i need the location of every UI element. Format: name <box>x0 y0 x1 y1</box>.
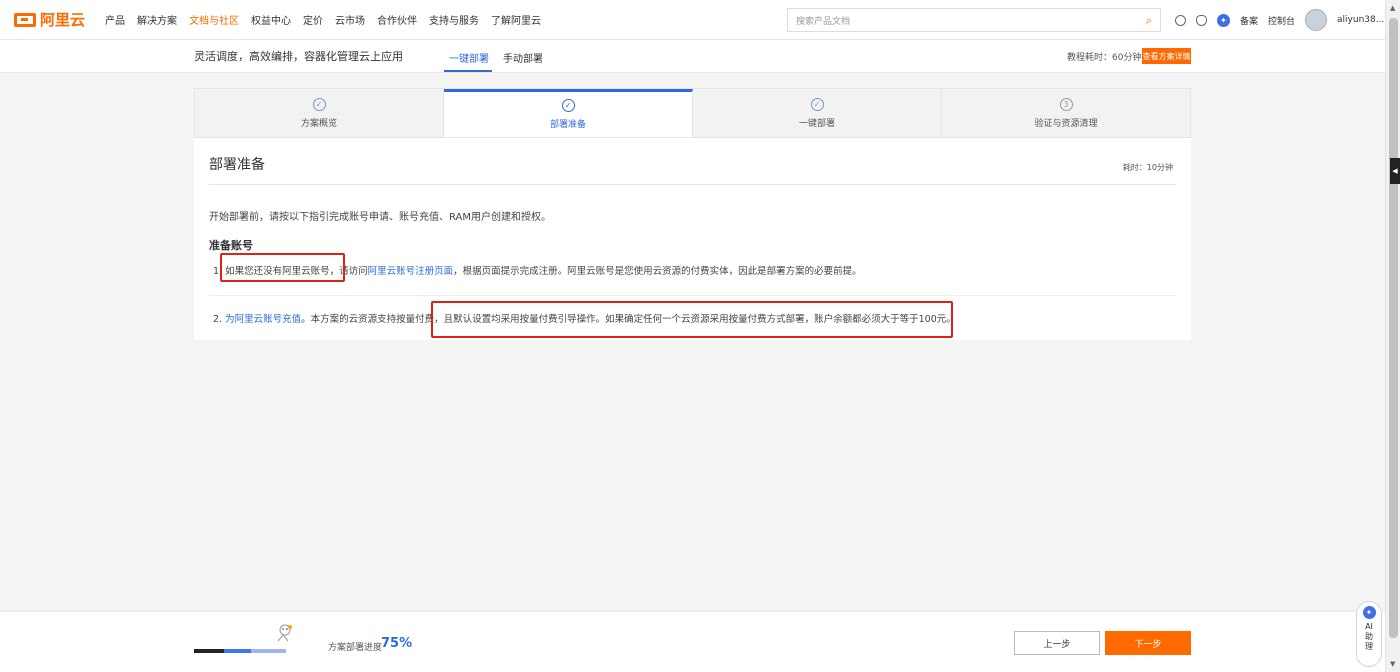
side-panel-toggle-icon[interactable]: ◀ <box>1390 158 1400 184</box>
step-time: 耗时：10分钟 <box>1122 163 1173 172</box>
view-detail-button[interactable]: 查看方案详情 <box>1142 48 1191 64</box>
logo-mark-icon <box>14 12 36 27</box>
nav-item[interactable]: 文档与社区 <box>189 12 239 27</box>
top-nav: 阿里云 产品 解决方案 文档与社区 权益中心 定价 云市场 合作伙伴 支持与服务 了解阿里云 搜… <box>0 0 1385 40</box>
intro-text: 开始部署前，请按以下指引完成账号申请、账号充值、RAM用户创建和授权。 <box>209 212 552 223</box>
scroll-down-icon[interactable]: ▼ <box>1390 660 1395 668</box>
console-link[interactable]: 控制台 <box>1268 14 1295 27</box>
step-tab[interactable]: 3 验证与资源清理 <box>942 89 1190 137</box>
section-title: 准备账号 <box>209 239 253 252</box>
headset-icon[interactable] <box>1196 14 1207 26</box>
prev-step-button[interactable]: 上一步 <box>1014 631 1100 655</box>
check-circle-icon: ✓ <box>561 99 575 112</box>
check-circle-icon: ✓ <box>312 97 326 111</box>
progress-bar <box>194 649 286 653</box>
progress-segment-current <box>224 649 251 653</box>
progress-segment-next <box>251 649 286 653</box>
nav-item[interactable]: 云市场 <box>335 12 365 27</box>
solution-slogan: 灵活调度，高效编排，容器化管理云上应用 <box>194 50 403 63</box>
active-tab-indicator <box>444 70 492 72</box>
ai-assistant-label: AI助理 <box>1365 622 1373 651</box>
step-label: 部署准备 <box>549 120 586 130</box>
highlight-box <box>220 253 345 282</box>
title-divider <box>209 184 1176 185</box>
next-step-button[interactable]: 下一步 <box>1105 631 1191 655</box>
search-input[interactable]: 搜索产品文档 ⌕ <box>787 8 1161 32</box>
page-scrollbar[interactable]: ▲ ▼ <box>1385 0 1400 672</box>
username[interactable]: aliyun38... <box>1337 15 1384 25</box>
check-circle-icon: ✓ <box>810 97 824 111</box>
mascot-icon <box>277 624 292 642</box>
globe-icon[interactable] <box>1175 14 1186 26</box>
step-label: 一键部署 <box>798 118 835 129</box>
nav-item[interactable]: 合作伙伴 <box>377 12 417 27</box>
item1-suffix: ，根据页面提示完成注册。阿里云账号是您使用云资源的付费实体，因此是部署方案的必要… <box>453 266 862 277</box>
step-tab[interactable]: ✓ 部署准备 <box>444 89 693 137</box>
scroll-thumb[interactable] <box>1389 18 1398 638</box>
nav-item[interactable]: 了解阿里云 <box>491 12 541 27</box>
nav-item[interactable]: 支持与服务 <box>429 12 479 27</box>
nav-item[interactable]: 产品 <box>105 12 125 27</box>
step-tab[interactable]: ✓ 方案概览 <box>195 89 444 137</box>
recharge-link[interactable]: 为阿里云账号充值 <box>225 314 301 325</box>
register-link[interactable]: 阿里云账号注册页面 <box>368 266 454 277</box>
step-label: 验证与资源清理 <box>1034 118 1098 129</box>
bottom-bar: 方案部署进度 75% 上一步 下一步 <box>0 611 1385 672</box>
tab-manual-deploy[interactable]: 手动部署 <box>503 50 543 65</box>
beian-link[interactable]: 备案 <box>1240 14 1258 27</box>
step-number-icon: 3 <box>1059 97 1073 111</box>
item2-prefix: 2. <box>213 314 226 325</box>
deploy-steps: ✓ 方案概览 ✓ 部署准备 ✓ 一键部署 3 验证与资源清理 <box>194 88 1191 138</box>
search-icon[interactable]: ⌕ <box>1146 14 1152 28</box>
ai-icon[interactable]: ✦ <box>1217 13 1230 27</box>
nav-right: ✦ 备案 控制台 aliyun38... <box>1175 0 1384 40</box>
step-tab[interactable]: ✓ 一键部署 <box>693 89 942 137</box>
progress-label: 方案部署进度 <box>328 643 383 653</box>
highlight-box <box>431 301 953 338</box>
list-divider <box>209 295 1176 296</box>
brand-name: 阿里云 <box>40 11 86 29</box>
avatar[interactable] <box>1305 9 1328 31</box>
ai-assistant-icon: ✦ <box>1362 606 1376 619</box>
main-menu: 产品 解决方案 文档与社区 权益中心 定价 云市场 合作伙伴 支持与服务 了解阿里云 <box>105 12 541 27</box>
step-label: 方案概览 <box>300 118 337 129</box>
nav-item[interactable]: 权益中心 <box>251 12 291 27</box>
page-title: 部署准备 <box>209 157 265 173</box>
solution-subheader: 灵活调度，高效编排，容器化管理云上应用 一键部署 手动部署 教程耗时：60分钟 … <box>0 40 1385 73</box>
ai-assistant-button[interactable]: ✦ AI助理 <box>1356 601 1382 667</box>
search-placeholder: 搜索产品文档 <box>796 16 851 27</box>
tutorial-duration: 教程耗时：60分钟 <box>1067 53 1142 63</box>
nav-item[interactable]: 定价 <box>303 12 323 27</box>
progress-segment-done <box>194 649 224 653</box>
nav-item[interactable]: 解决方案 <box>137 12 177 27</box>
scroll-up-icon[interactable]: ▲ <box>1390 4 1395 12</box>
aliyun-logo[interactable]: 阿里云 <box>14 9 85 30</box>
progress-value: 75% <box>381 636 413 651</box>
tab-one-click-deploy[interactable]: 一键部署 <box>449 50 489 65</box>
